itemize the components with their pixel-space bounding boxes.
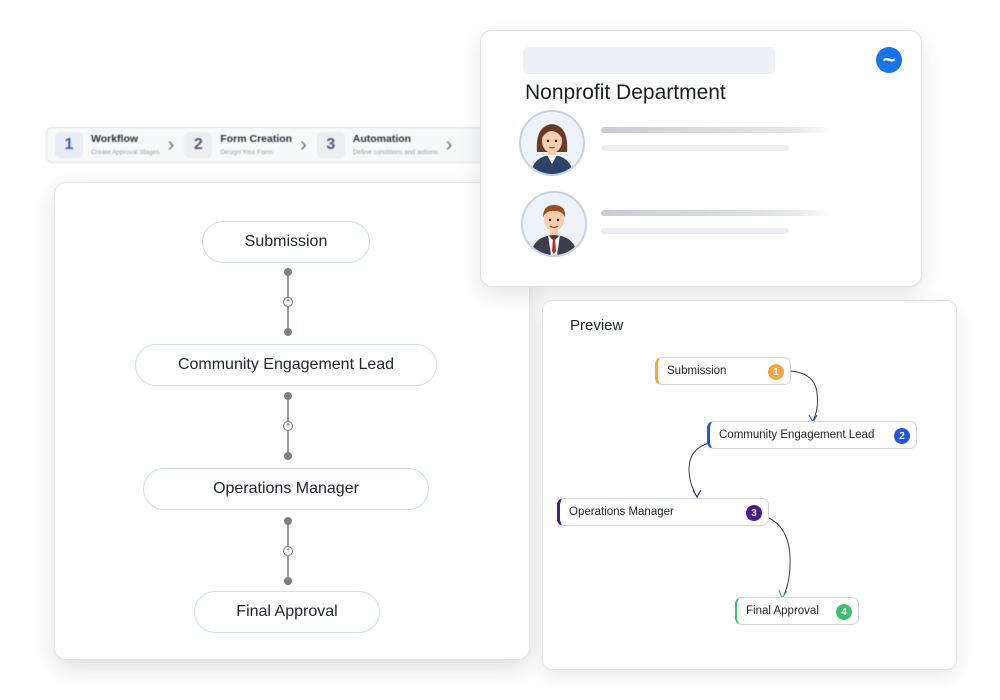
step-number: 2	[184, 132, 213, 158]
placeholder-line	[601, 228, 789, 234]
step-badge: 4	[836, 604, 852, 620]
step-title: Automation	[352, 133, 412, 146]
step-automation[interactable]: 3 Automation Define conditions and actio…	[316, 132, 438, 158]
placeholder-line	[601, 210, 831, 216]
department-card: Nonprofit Department ~	[480, 30, 922, 287]
placeholder-line	[601, 127, 831, 133]
step-badge: 2	[894, 428, 910, 444]
step-subtitle: Create Approval Stages	[91, 148, 160, 156]
preview-node-label: Operations Manager	[569, 506, 674, 518]
workflow-node-final-approval[interactable]: Final Approval	[194, 591, 380, 633]
step-form-creation[interactable]: 2 Form Creation Design Your Form	[184, 132, 292, 158]
workflow-connector: +	[283, 517, 293, 585]
step-subtitle: Design Your Form	[220, 148, 273, 156]
step-title: Workflow	[91, 133, 139, 146]
preview-card: Preview Submission 1 Community Engagemen…	[542, 300, 957, 670]
preview-node-label: Final Approval	[746, 605, 819, 617]
step-workflow[interactable]: 1 Workflow Create Approval Stages	[55, 132, 160, 158]
preview-node-label: Community Engagement Lead	[719, 429, 875, 441]
step-subtitle: Define conditions and actions	[352, 148, 438, 156]
preview-node-final-approval[interactable]: Final Approval 4	[735, 597, 859, 625]
step-badge: 1	[768, 364, 784, 380]
step-title: Form Creation	[220, 133, 293, 146]
workflow-node-community-engagement-lead[interactable]: Community Engagement Lead	[135, 344, 437, 386]
wave-logo-icon: ~	[876, 47, 902, 73]
preview-node-label: Submission	[667, 365, 727, 377]
chevron-right-icon: ›	[167, 134, 175, 156]
workflow-node-operations-manager[interactable]: Operations Manager	[143, 468, 429, 510]
plus-circle-icon[interactable]: +	[283, 297, 293, 307]
preview-node-community-engagement-lead[interactable]: Community Engagement Lead 2	[707, 421, 917, 449]
chevron-right-icon: ›	[300, 134, 307, 156]
placeholder-bar	[523, 47, 775, 74]
workflow-connector: +	[283, 268, 293, 336]
preview-node-operations-manager[interactable]: Operations Manager 3	[557, 498, 769, 526]
male-avatar-icon	[521, 191, 587, 257]
plus-circle-icon[interactable]: +	[283, 546, 293, 556]
workflow-stepper: 1 Workflow Create Approval Stages › 2 Fo…	[46, 127, 486, 163]
department-title: Nonprofit Department	[525, 81, 726, 104]
female-avatar-icon	[519, 110, 585, 176]
chevron-right-icon: ›	[445, 134, 453, 156]
placeholder-line	[601, 145, 789, 151]
workflow-builder-card: Submission + Community Engagement Lead +…	[54, 182, 530, 660]
step-number: 1	[55, 132, 83, 158]
workflow-connector: +	[283, 392, 293, 460]
workflow-node-submission[interactable]: Submission	[202, 221, 370, 263]
step-badge: 3	[746, 505, 762, 521]
plus-circle-icon[interactable]: +	[283, 421, 293, 431]
step-number: 3	[316, 132, 345, 158]
preview-node-submission[interactable]: Submission 1	[655, 357, 791, 385]
